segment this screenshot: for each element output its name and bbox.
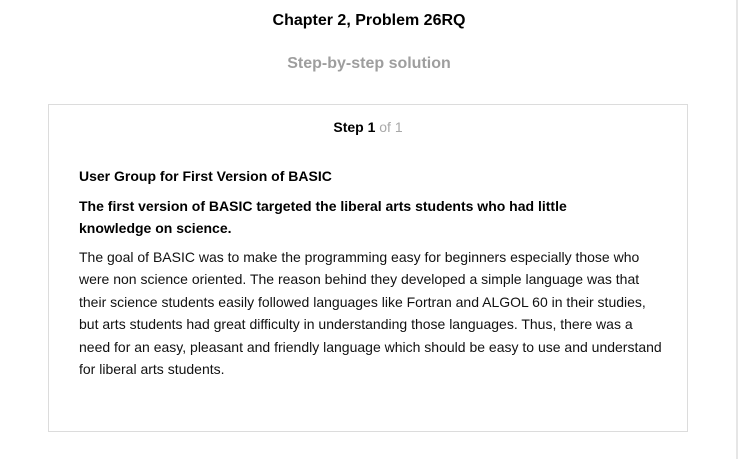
step-card: Step 1 of 1 User Group for First Version… — [48, 104, 688, 432]
solution-subtitle: Step-by-step solution — [287, 55, 451, 72]
answer-lead: The first version of BASIC targeted the … — [79, 198, 567, 236]
step-number-label: Step 1 — [333, 119, 376, 135]
step-header: Step 1 of 1 — [49, 118, 687, 136]
step-total-label: of 1 — [379, 119, 403, 135]
explanation-text: The goal of BASIC was to make the progra… — [79, 249, 662, 378]
section-title: User Group for First Version of BASIC — [79, 168, 332, 184]
page-title: Chapter 2, Problem 26RQ — [272, 12, 466, 29]
